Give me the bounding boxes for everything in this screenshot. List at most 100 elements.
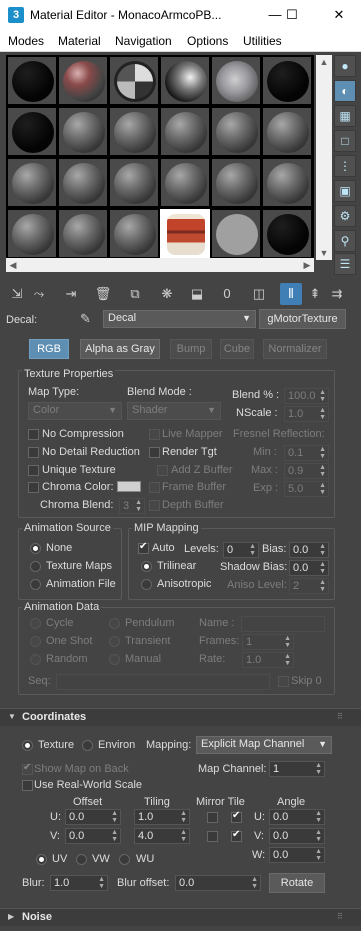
add-z-buffer-checkbox[interactable]: [157, 465, 168, 476]
live-mapper-checkbox[interactable]: [149, 429, 160, 440]
anim-manual-radio[interactable]: [109, 654, 120, 665]
sample-slot[interactable]: [7, 107, 57, 156]
chroma-color-checkbox[interactable]: [28, 482, 39, 493]
blur-spinner[interactable]: 1.0 ▲ ▼: [50, 875, 108, 891]
go-forward-to-sibling-icon[interactable]: ⇉: [326, 283, 348, 305]
chroma-blend-spinner[interactable]: 3 ▲ ▼: [119, 498, 145, 514]
slots-vertical-scrollbar[interactable]: ▲ ▼: [316, 55, 332, 260]
put-to-scene-icon[interactable]: ⤳: [28, 283, 50, 305]
sample-slot[interactable]: [211, 209, 261, 258]
v-offset-spinner[interactable]: 0.0 ▲ ▼: [65, 828, 121, 844]
coord-environ-radio[interactable]: [82, 740, 93, 751]
show-map-on-back-checkbox[interactable]: [22, 762, 33, 775]
chroma-color-swatch[interactable]: [117, 481, 141, 492]
options-icon[interactable]: ⚙: [334, 205, 356, 227]
trilinear-radio[interactable]: [141, 561, 152, 572]
mapping-dropdown[interactable]: Explicit Map Channel ▼: [196, 736, 332, 754]
noise-rollout-header[interactable]: ▶ Noise ⠿: [0, 908, 361, 926]
sample-slot[interactable]: [109, 158, 159, 207]
v-mirror-checkbox[interactable]: [207, 831, 218, 842]
uv-tiling-icon[interactable]: □: [334, 130, 356, 152]
sample-slot[interactable]: [211, 56, 261, 105]
anim-random-radio[interactable]: [30, 654, 41, 665]
fresnel-max-spinner[interactable]: 0.9 ▲ ▼: [284, 463, 329, 479]
sample-slot[interactable]: [160, 56, 210, 105]
assign-to-selection-icon[interactable]: ⇥: [60, 283, 82, 305]
close-button[interactable]: ✕: [322, 4, 356, 26]
sample-type-icon[interactable]: ●: [334, 55, 356, 77]
background-icon[interactable]: ▦: [334, 105, 356, 127]
menu-modes[interactable]: Modes: [8, 34, 44, 48]
v-tiling-spinner[interactable]: 4.0 ▲ ▼: [134, 828, 190, 844]
frame-buffer-checkbox[interactable]: [149, 482, 160, 493]
map-type-dropdown[interactable]: Color ▼: [28, 402, 122, 420]
select-by-material-icon[interactable]: ⚲: [334, 230, 356, 252]
mip-auto-checkbox[interactable]: [138, 541, 149, 554]
aniso-level-spinner[interactable]: 2 ▲ ▼: [289, 578, 329, 594]
u-tiling-spinner[interactable]: 1.0 ▲ ▼: [134, 809, 190, 825]
scroll-down-icon[interactable]: ▼: [316, 246, 332, 260]
sample-slot[interactable]: [109, 107, 159, 156]
scroll-up-icon[interactable]: ▲: [316, 55, 332, 69]
sample-slot[interactable]: [58, 158, 108, 207]
tab-rgb[interactable]: RGB: [29, 339, 69, 359]
sample-slot[interactable]: [58, 209, 108, 258]
anim-rate-spinner[interactable]: 1.0 ▲ ▼: [242, 652, 294, 668]
show-end-result-icon[interactable]: ⫴: [280, 283, 302, 305]
material-navigator-icon[interactable]: ☰: [334, 253, 356, 275]
menu-options[interactable]: Options: [187, 34, 228, 48]
skip-0-checkbox[interactable]: [278, 676, 289, 687]
drag-handle-icon[interactable]: ⠿: [337, 712, 343, 721]
tab-normalizer[interactable]: Normalizer: [263, 339, 327, 359]
material-type-button[interactable]: gMotorTexture: [259, 309, 346, 329]
scroll-left-icon[interactable]: ◀: [6, 258, 20, 272]
make-unique-icon[interactable]: ❋: [156, 283, 178, 305]
sample-slot[interactable]: [262, 107, 312, 156]
anim-one-shot-radio[interactable]: [30, 636, 41, 647]
tab-bump[interactable]: Bump: [170, 339, 212, 359]
anim-frames-spinner[interactable]: 1 ▲ ▼: [242, 634, 294, 650]
anim-cycle-radio[interactable]: [30, 618, 41, 629]
sample-slot[interactable]: [160, 107, 210, 156]
sample-slot[interactable]: [211, 158, 261, 207]
sample-slot[interactable]: [109, 56, 159, 105]
depth-buffer-checkbox[interactable]: [149, 500, 160, 511]
anim-name-field[interactable]: [241, 616, 325, 632]
shadow-bias-spinner[interactable]: 0.0 ▲ ▼: [289, 560, 329, 576]
anim-source-texture-maps-radio[interactable]: [30, 561, 41, 572]
render-tgt-checkbox[interactable]: [149, 447, 160, 458]
sample-slot[interactable]: [211, 107, 261, 156]
menu-material[interactable]: Material: [58, 34, 101, 48]
delete-icon[interactable]: 🗑: [92, 283, 114, 305]
nscale-spinner[interactable]: 1.0 ▲ ▼: [284, 406, 329, 422]
u-angle-spinner[interactable]: 0.0 ▲ ▼: [269, 809, 325, 825]
u-tile-checkbox[interactable]: [231, 810, 242, 823]
unique-texture-checkbox[interactable]: [28, 465, 39, 476]
u-mirror-checkbox[interactable]: [207, 812, 218, 823]
coord-texture-radio[interactable]: [22, 740, 33, 751]
drag-handle-icon[interactable]: ⠿: [337, 912, 343, 921]
anim-source-animation-file-radio[interactable]: [30, 579, 41, 590]
v-tile-checkbox[interactable]: [231, 829, 242, 842]
go-to-parent-icon[interactable]: ⇞: [304, 283, 326, 305]
coordinates-rollout-header[interactable]: ▼ Coordinates ⠿: [0, 708, 361, 726]
make-copy-icon[interactable]: ⧉: [124, 283, 146, 305]
material-id-channel-icon[interactable]: 0: [216, 283, 238, 305]
eyedropper-icon[interactable]: ✎: [80, 311, 91, 327]
use-real-world-scale-checkbox[interactable]: [22, 780, 33, 791]
uv-radio[interactable]: [36, 854, 47, 865]
no-compression-checkbox[interactable]: [28, 429, 39, 440]
v-angle-spinner[interactable]: 0.0 ▲ ▼: [269, 828, 325, 844]
blend-pct-spinner[interactable]: 100.0 ▲ ▼: [284, 388, 329, 404]
anim-transient-radio[interactable]: [109, 636, 120, 647]
blur-offset-spinner[interactable]: 0.0 ▲ ▼: [175, 875, 261, 891]
sample-slot[interactable]: [58, 107, 108, 156]
fresnel-exp-spinner[interactable]: 5.0 ▲ ▼: [284, 481, 329, 497]
map-channel-spinner[interactable]: 1 ▲ ▼: [269, 761, 325, 777]
anim-pendulum-radio[interactable]: [109, 618, 120, 629]
no-detail-reduction-checkbox[interactable]: [28, 447, 39, 458]
sample-slot[interactable]: [262, 158, 312, 207]
w-angle-spinner[interactable]: 0.0 ▲ ▼: [269, 847, 325, 863]
sample-slot[interactable]: [7, 56, 57, 105]
material-name-field[interactable]: Decal ▼: [103, 310, 256, 328]
